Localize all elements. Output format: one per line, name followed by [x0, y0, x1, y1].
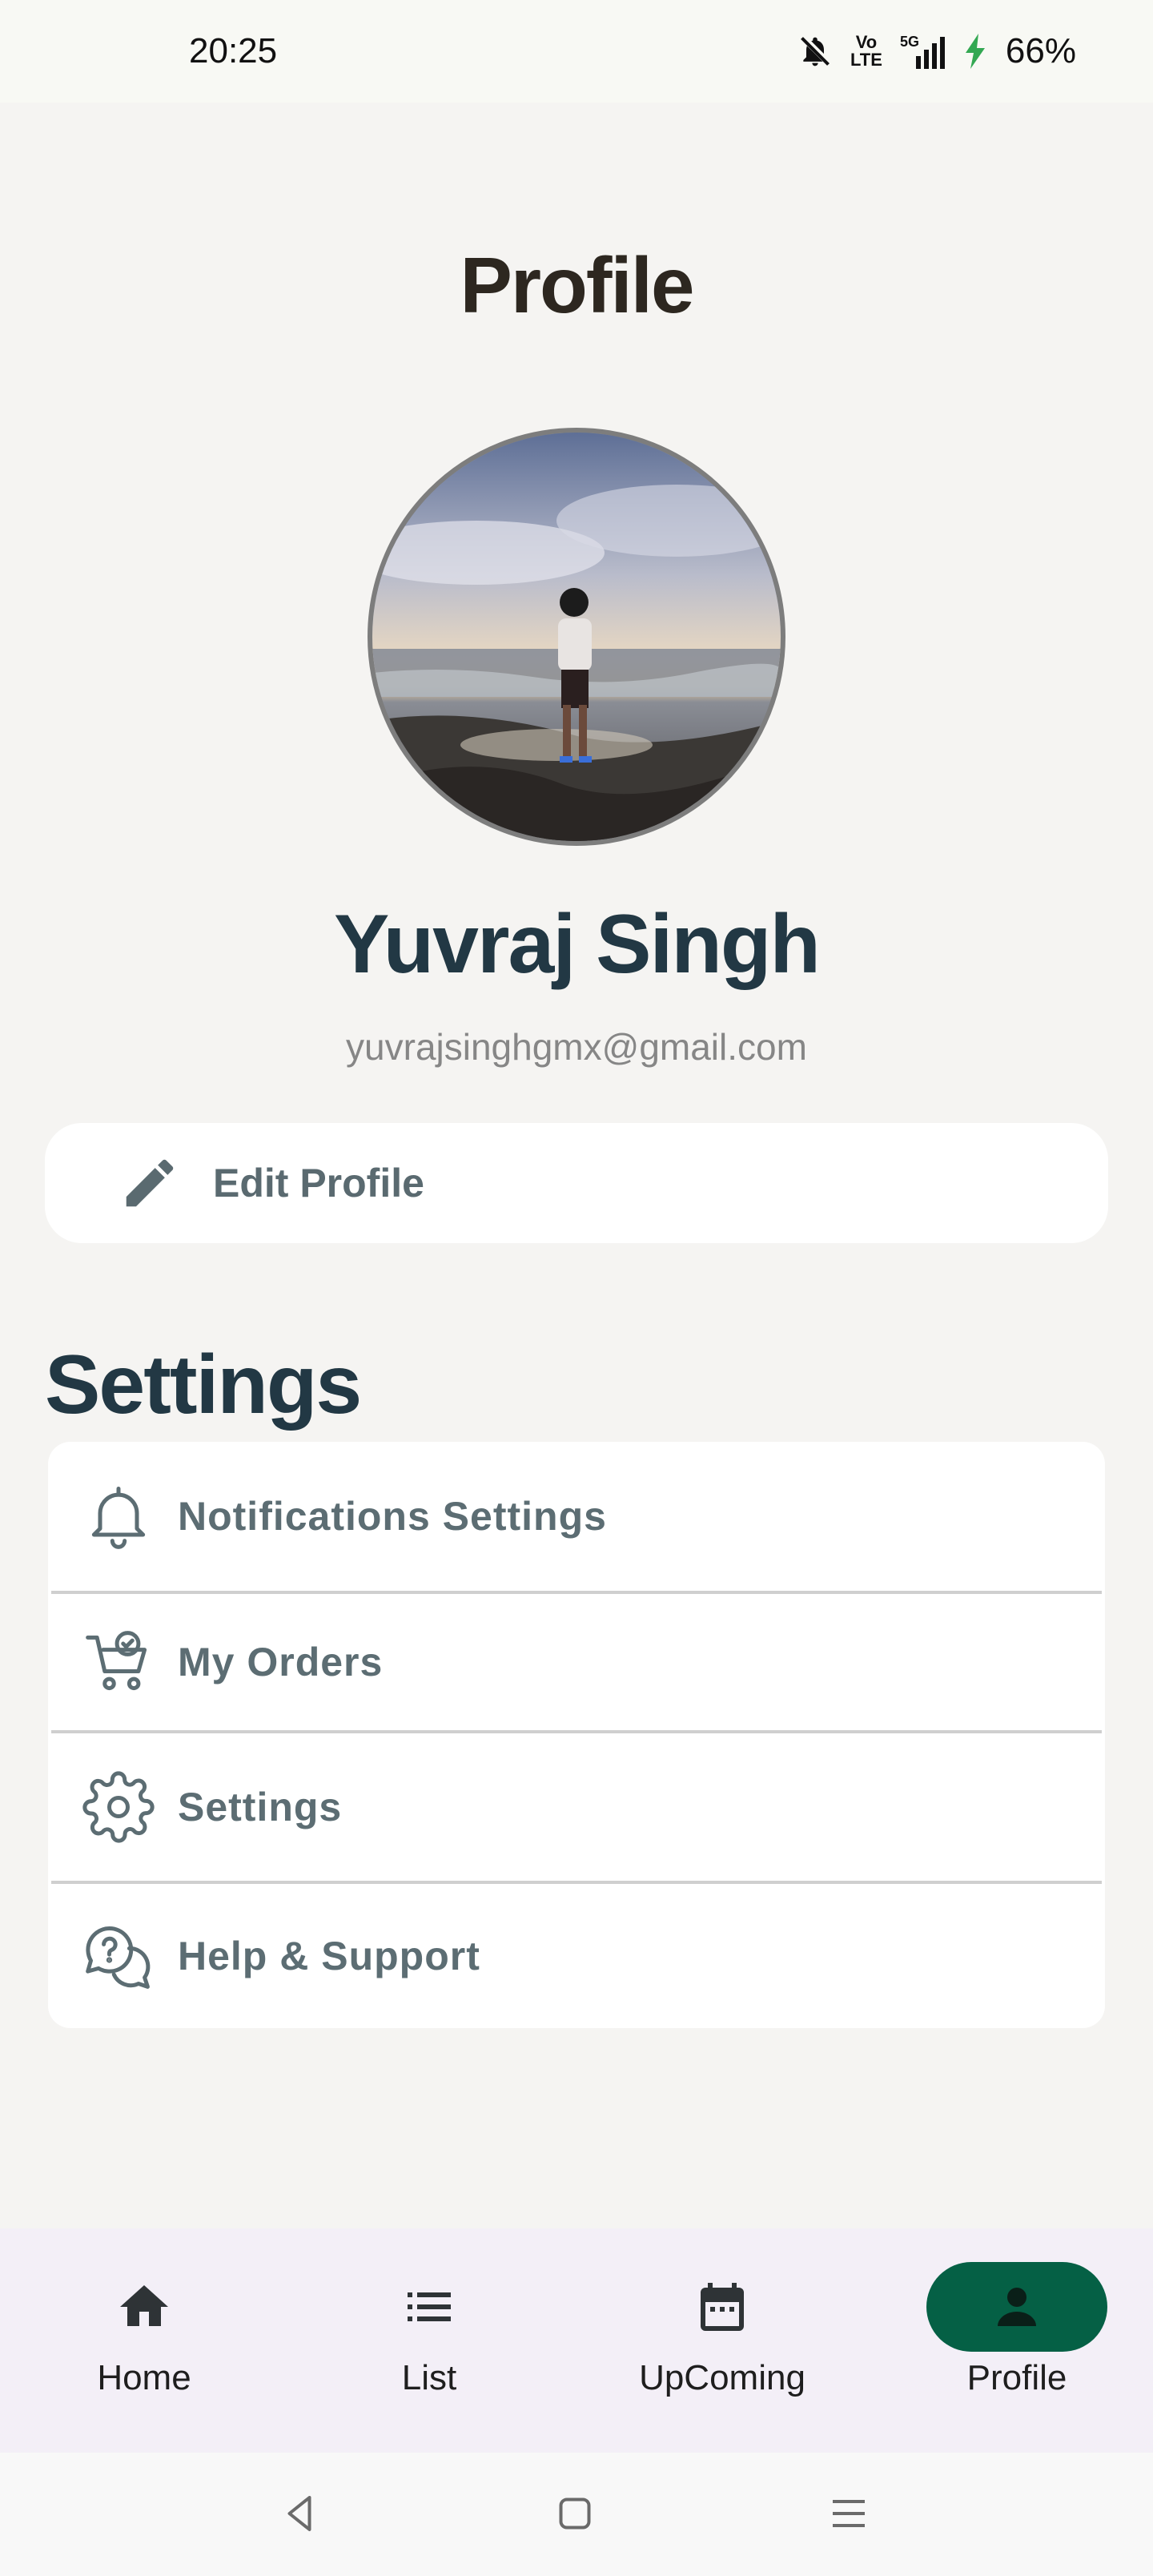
settings-item-label: My Orders [178, 1640, 384, 1684]
nav-icon-container-active [926, 2262, 1107, 2352]
status-icons: Vo LTE 5G 66% [797, 31, 1076, 71]
bell-icon [91, 1487, 146, 1549]
pencil-icon [126, 1159, 174, 1207]
home-icon [120, 2285, 168, 2326]
avatar[interactable] [368, 428, 785, 846]
status-bar: 20:25 Vo LTE 5G 66% [0, 0, 1153, 103]
help-chat-icon [86, 1926, 151, 1989]
page-title: Profile [460, 241, 695, 329]
edit-profile-button[interactable]: Edit Profile [45, 1123, 1108, 1243]
nav-icon-container [632, 2262, 813, 2352]
nav-upcoming[interactable]: UpComing [578, 2228, 866, 2453]
nav-label: List [401, 2358, 457, 2397]
charging-icon [965, 34, 985, 69]
nav-list[interactable]: List [285, 2228, 573, 2453]
user-name: Yuvraj Singh [334, 898, 821, 991]
status-time: 20:25 [189, 31, 278, 70]
nav-icon-container [339, 2262, 520, 2352]
volte-indicator: Vo LTE [850, 32, 882, 70]
settings-item-settings[interactable]: Settings [48, 1733, 1105, 1881]
nav-home[interactable]: Home [0, 2228, 288, 2453]
battery-level: 66% [1005, 31, 1076, 70]
menu-icon[interactable] [825, 2489, 873, 2538]
nav-label: Profile [966, 2358, 1067, 2397]
user-email: yuvrajsinghgmx@gmail.com [346, 1026, 807, 1068]
system-navigation-bar [0, 2453, 1153, 2576]
calendar-icon [701, 2283, 744, 2331]
gear-icon [82, 1771, 155, 1843]
nav-icon-container [54, 2262, 235, 2352]
cart-check-icon [86, 1631, 147, 1691]
nav-label: Home [97, 2358, 191, 2397]
settings-item-label: Notifications Settings [178, 1494, 607, 1539]
settings-item-label: Help & Support [178, 1934, 480, 1978]
muted-bell-icon [801, 37, 830, 66]
home-square-icon[interactable] [551, 2489, 599, 2538]
nav-label: UpComing [639, 2358, 805, 2397]
edit-profile-label: Edit Profile [213, 1161, 424, 1205]
person-icon [998, 2288, 1036, 2326]
back-icon[interactable] [275, 2489, 323, 2538]
network-type: 5G [900, 34, 919, 50]
signal-icon: 5G [900, 34, 945, 69]
bottom-navigation: Home List UpComing Profile [0, 2228, 1153, 2453]
settings-item-notifications[interactable]: Notifications Settings [48, 1442, 1105, 1591]
settings-heading: Settings [45, 1338, 362, 1431]
settings-list: Notifications Settings My Orders Setting… [48, 1442, 1105, 2028]
nav-profile[interactable]: Profile [873, 2228, 1153, 2453]
settings-item-my-orders[interactable]: My Orders [48, 1594, 1105, 1730]
list-icon [408, 2292, 451, 2321]
settings-item-help-support[interactable]: Help & Support [48, 1884, 1105, 2028]
settings-item-label: Settings [178, 1785, 343, 1829]
